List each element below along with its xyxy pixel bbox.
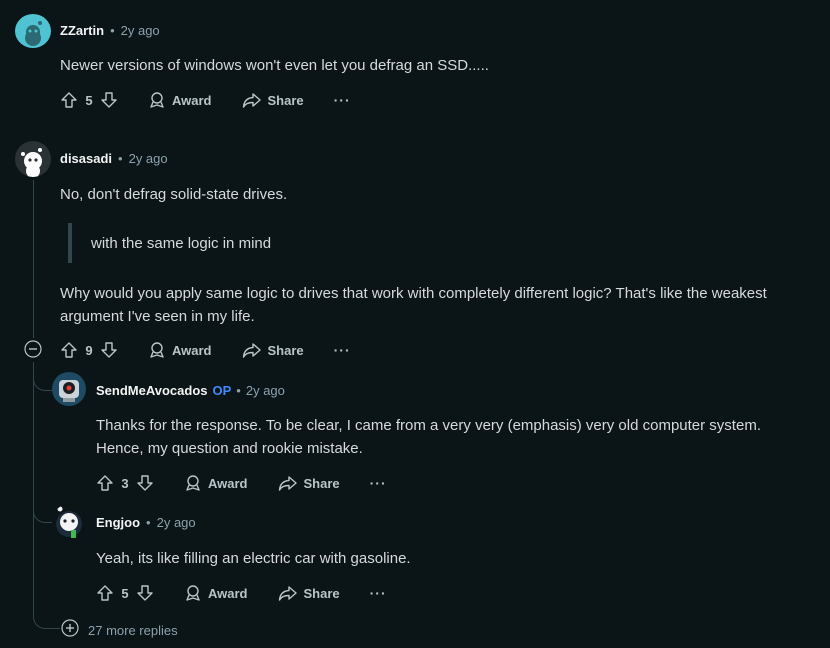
comment-body: Why would you apply same logic to drives… <box>60 285 767 302</box>
downvote-icon[interactable] <box>100 341 118 359</box>
collapse-thread-button[interactable] <box>24 340 42 363</box>
comment-body: argument I've seen in my life. <box>60 308 255 325</box>
award-label: Award <box>208 585 248 601</box>
upvote-icon[interactable] <box>60 341 78 359</box>
comment-body: Yeah, its like filling an electric car w… <box>96 550 411 567</box>
share-icon <box>278 474 298 492</box>
more-options-icon[interactable]: ··· <box>370 585 387 601</box>
share-label: Share <box>267 342 304 358</box>
award-button[interactable]: Award <box>184 584 248 602</box>
comment-actions: 9 Award Share ··· <box>60 337 351 363</box>
comment-timestamp[interactable]: 2y ago <box>121 23 160 38</box>
plus-circle-icon <box>61 619 79 642</box>
award-label: Award <box>208 475 248 491</box>
award-icon <box>148 91 166 109</box>
vote-count: 5 <box>121 585 129 601</box>
share-label: Share <box>303 475 340 491</box>
share-button[interactable]: Share <box>242 91 304 109</box>
op-badge: OP <box>212 383 232 398</box>
comment-timestamp[interactable]: 2y ago <box>129 151 168 166</box>
award-icon <box>148 341 166 359</box>
more-replies-button[interactable]: 27 more replies <box>61 619 178 642</box>
blockquote-bar <box>68 223 72 263</box>
share-icon <box>242 341 262 359</box>
more-replies-label: 27 more replies <box>88 623 178 638</box>
comment-author[interactable]: ZZartin <box>60 23 104 38</box>
thread-rail <box>33 362 34 617</box>
share-button[interactable]: Share <box>242 341 304 359</box>
share-icon <box>242 91 262 109</box>
more-options-icon[interactable]: ··· <box>370 475 387 491</box>
award-button[interactable]: Award <box>184 474 248 492</box>
award-icon <box>184 474 202 492</box>
award-label: Award <box>172 92 212 108</box>
thread-rail <box>33 180 34 338</box>
thread-branch <box>33 612 60 629</box>
more-options-icon[interactable]: ··· <box>334 92 351 108</box>
avatar[interactable] <box>15 14 51 48</box>
blockquote-text: with the same logic in mind <box>91 235 272 252</box>
meta-separator: • <box>236 383 241 398</box>
award-icon <box>184 584 202 602</box>
avatar[interactable] <box>52 372 86 406</box>
comment-body: Hence, my question and rookie mistake. <box>96 440 363 457</box>
comment-body: No, don't defrag solid-state drives. <box>60 186 288 203</box>
thread-branch <box>33 372 52 391</box>
comment-actions: 5 Award Share ··· <box>60 87 351 113</box>
share-icon <box>278 584 298 602</box>
upvote-icon[interactable] <box>60 91 78 109</box>
comment-timestamp[interactable]: 2y ago <box>246 383 285 398</box>
comment-author[interactable]: disasadi <box>60 151 112 166</box>
comment-actions: 3 Award Share ··· <box>96 470 387 496</box>
upvote-icon[interactable] <box>96 474 114 492</box>
comment-body: Newer versions of windows won't even let… <box>60 57 489 74</box>
downvote-icon[interactable] <box>136 584 154 602</box>
share-button[interactable]: Share <box>278 584 340 602</box>
more-options-icon[interactable]: ··· <box>334 342 351 358</box>
share-label: Share <box>267 92 304 108</box>
meta-separator: • <box>110 23 115 38</box>
downvote-icon[interactable] <box>100 91 118 109</box>
comment-actions: 5 Award Share ··· <box>96 580 387 606</box>
share-label: Share <box>303 585 340 601</box>
thread-branch <box>33 500 52 523</box>
comment-author[interactable]: SendMeAvocados <box>96 383 208 398</box>
avatar[interactable] <box>52 504 86 540</box>
meta-separator: • <box>118 151 123 166</box>
comment-body: Thanks for the response. To be clear, I … <box>96 417 761 434</box>
award-button[interactable]: Award <box>148 341 212 359</box>
vote-count: 3 <box>121 475 129 491</box>
share-button[interactable]: Share <box>278 474 340 492</box>
award-label: Award <box>172 342 212 358</box>
vote-count: 5 <box>85 92 93 108</box>
vote-count: 9 <box>85 342 93 358</box>
comment-timestamp[interactable]: 2y ago <box>157 515 196 530</box>
avatar[interactable] <box>15 141 51 177</box>
award-button[interactable]: Award <box>148 91 212 109</box>
comment-author[interactable]: Engjoo <box>96 515 140 530</box>
downvote-icon[interactable] <box>136 474 154 492</box>
meta-separator: • <box>146 515 151 530</box>
upvote-icon[interactable] <box>96 584 114 602</box>
